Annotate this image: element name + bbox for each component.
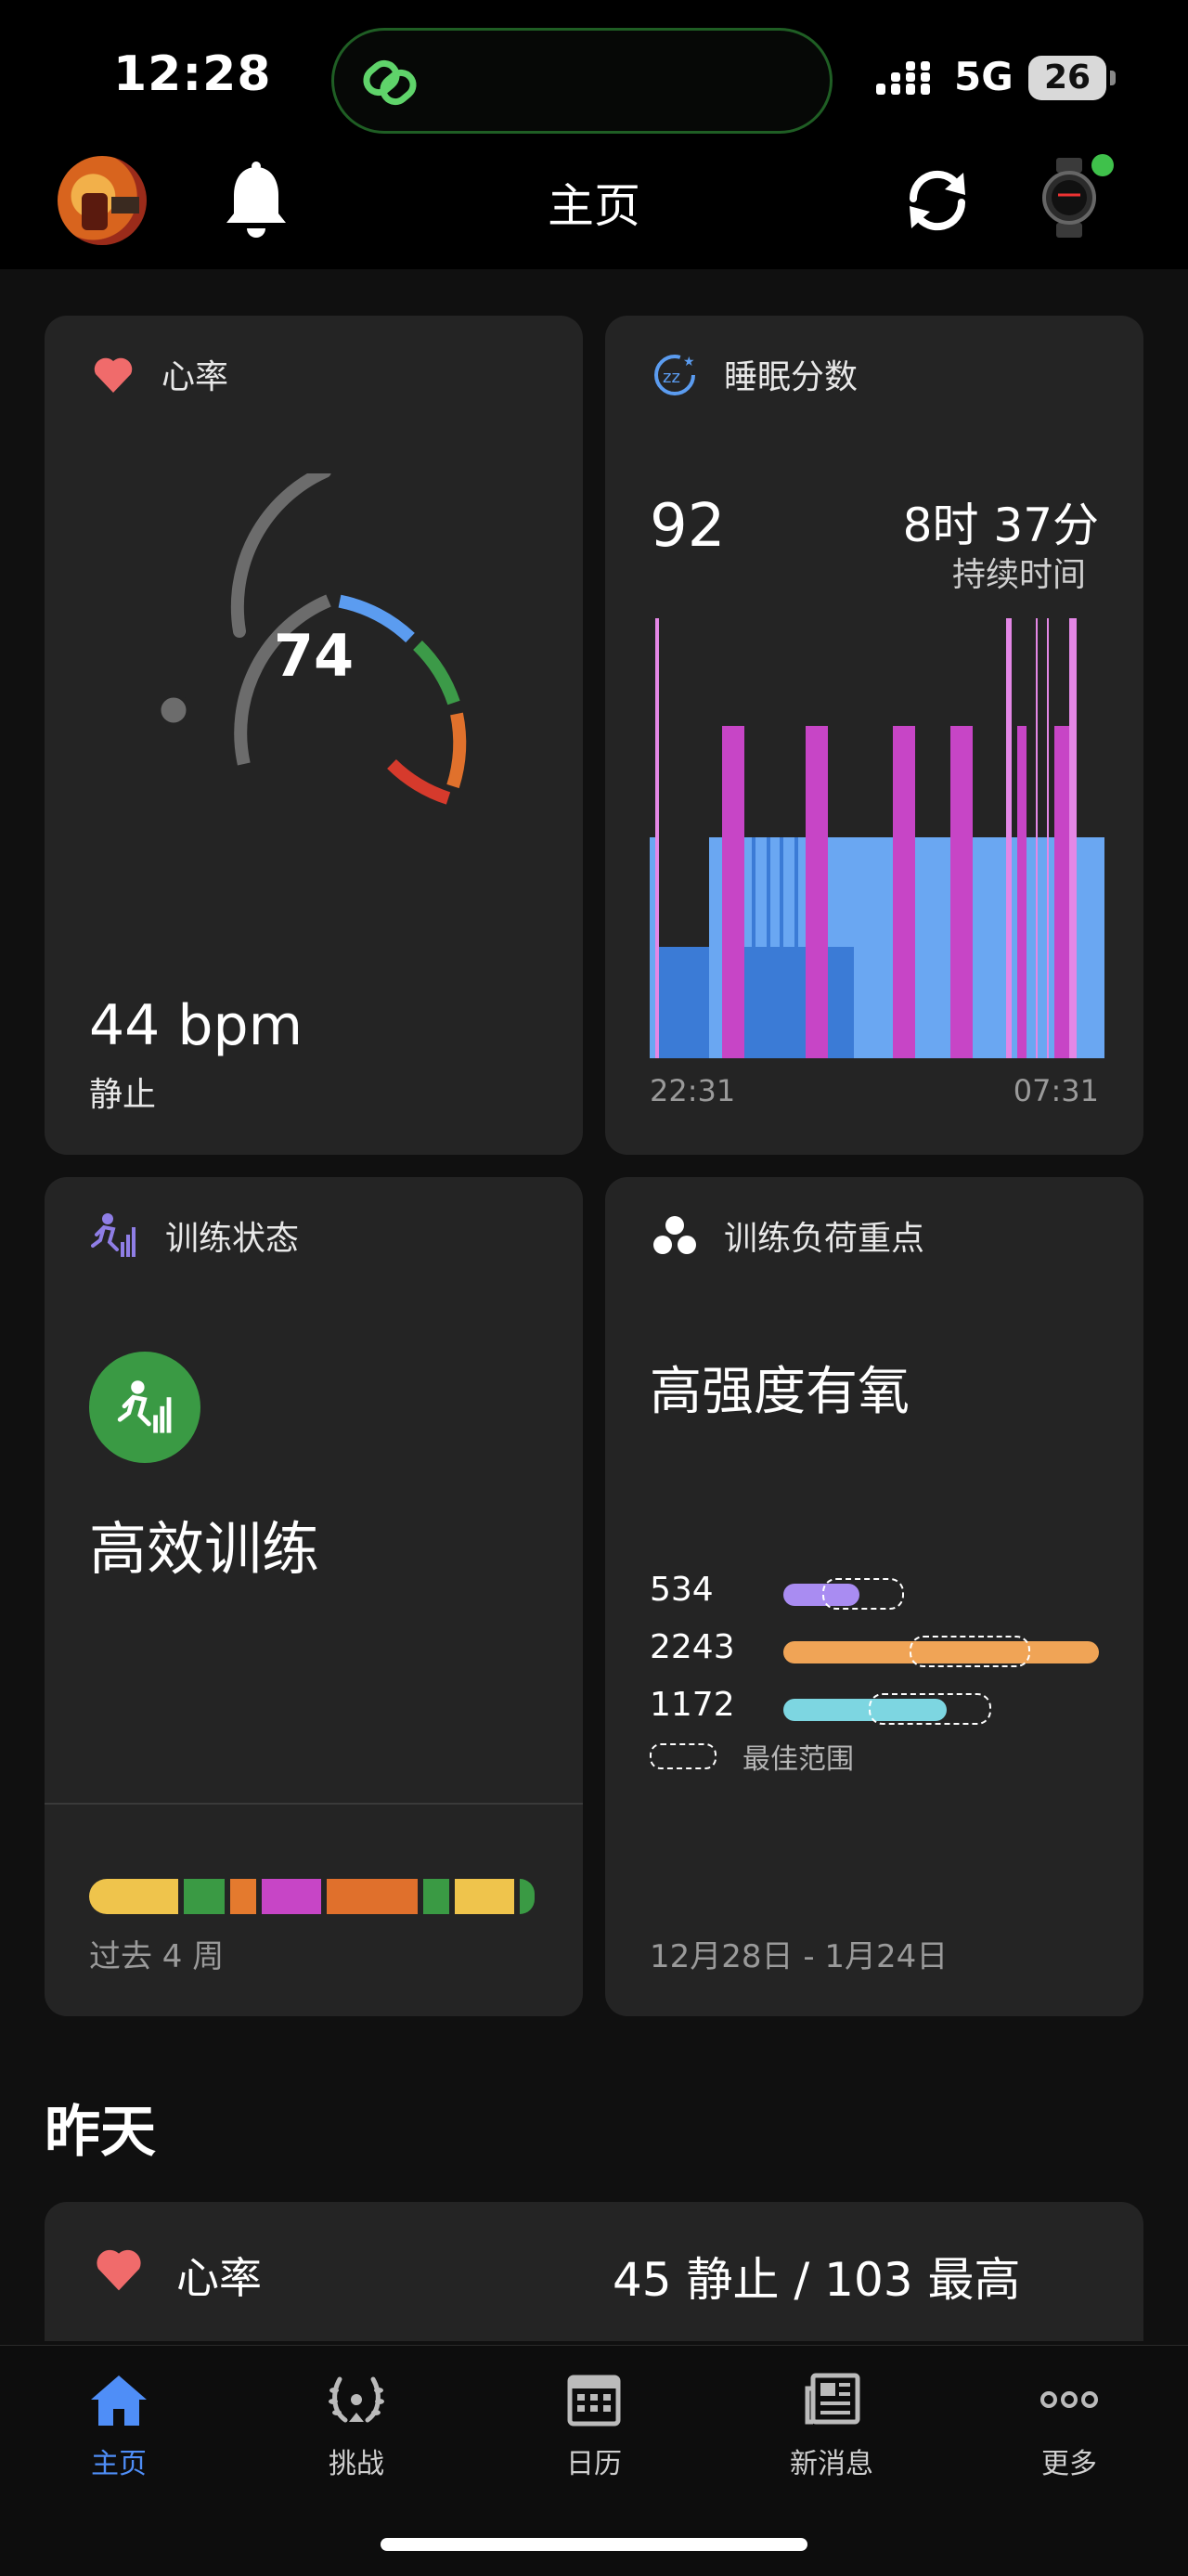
signal-icon: [876, 61, 930, 95]
history-segment: [327, 1879, 418, 1914]
resting-label: 静止: [89, 1076, 157, 1114]
device-connected-dot: [1091, 154, 1114, 176]
tab-label: 新消息: [790, 2448, 873, 2480]
card-title: 心率: [161, 358, 229, 396]
resting-heart-rate: 44 bpm: [89, 993, 303, 1058]
training-load-date-range: 12月28日 - 1月24日: [650, 1938, 949, 1975]
history-segment: [455, 1879, 514, 1914]
battery-tip: [1110, 71, 1116, 85]
sleep-stage-chart: [650, 618, 1104, 1058]
tab-label: 日历: [566, 2448, 622, 2480]
svg-text:★: ★: [683, 355, 695, 369]
sleep-start-time: 22:31: [650, 1073, 736, 1108]
load-row-low-aerobic: 1172: [650, 1686, 1099, 1732]
svg-text:zz: zz: [663, 368, 680, 387]
section-heading-yesterday: 昨天: [45, 2100, 156, 2165]
load-value: 534: [650, 1571, 714, 1609]
history-segment: [520, 1879, 535, 1914]
tab-newsfeed[interactable]: 新消息: [757, 2372, 906, 2481]
yesterday-heart-rate-row[interactable]: 心率 45 静止 / 103 最高: [45, 2202, 1143, 2341]
heart-rate-summary: 45 静止 / 103 最高: [613, 2253, 1021, 2307]
app-header: 主页: [0, 149, 1188, 269]
legend-optimal-swatch: [650, 1743, 717, 1769]
battery-level: 26: [1028, 56, 1106, 100]
page-title: 主页: [548, 179, 640, 233]
runner-icon: [91, 1213, 136, 1257]
tab-label: 主页: [91, 2448, 147, 2480]
sleep-duration-label: 持续时间: [951, 556, 1086, 594]
heart-rate-current: 74: [273, 622, 355, 690]
sleep-end-time: 07:31: [1013, 1073, 1099, 1108]
tab-challenges[interactable]: 挑战: [282, 2372, 431, 2481]
card-title: 训练状态: [165, 1220, 300, 1258]
history-segment: [184, 1879, 225, 1914]
runner-icon: [117, 1380, 172, 1433]
home-indicator[interactable]: [381, 2538, 807, 2551]
load-row-anaerobic: 534: [650, 1571, 1099, 1617]
dynamic-island[interactable]: [331, 28, 833, 134]
status-time: 12:28: [113, 46, 272, 102]
sleep-score: 92: [650, 492, 726, 561]
card-title: 睡眠分数: [724, 358, 859, 396]
tab-label: 挑战: [329, 2448, 384, 2480]
optimal-range-marker: [822, 1578, 904, 1610]
more-icon: [1040, 2391, 1098, 2408]
history-segment: [423, 1879, 449, 1914]
link-icon: [363, 59, 417, 106]
heart-rate-card[interactable]: 心率 74 44 bpm 静止: [45, 316, 583, 1155]
network-type: 5G: [954, 54, 1014, 99]
status-bar: 12:28 5G 26: [0, 0, 1188, 149]
tab-label: 更多: [1041, 2448, 1097, 2480]
card-title: 训练负荷重点: [724, 1220, 925, 1258]
home-icon: [91, 2375, 147, 2426]
training-status-badge: [89, 1352, 200, 1463]
sleep-icon: zz ★: [654, 355, 695, 395]
history-segment: [230, 1879, 256, 1914]
load-value: 1172: [650, 1686, 735, 1724]
calendar-icon: [567, 2375, 621, 2427]
history-segment: [262, 1879, 321, 1914]
training-load-focus-card[interactable]: 训练负荷重点 高强度有氧 534 2243 1172 最佳范围 12月28日 -…: [605, 1177, 1143, 2016]
training-load-focus-value: 高强度有氧: [650, 1362, 910, 1422]
training-status-value: 高效训练: [89, 1515, 320, 1583]
tab-calendar[interactable]: 日历: [520, 2372, 668, 2481]
load-row-high-aerobic: 2243: [650, 1628, 1099, 1675]
laurel-icon: [329, 2376, 384, 2423]
training-status-period: 过去 4 周: [89, 1938, 225, 1975]
load-focus-icon: [653, 1216, 696, 1254]
watch-device-icon[interactable]: [1040, 158, 1099, 238]
optimal-range-marker: [910, 1636, 1030, 1667]
legend-optimal-label: 最佳范围: [742, 1743, 854, 1776]
sync-icon[interactable]: [900, 163, 975, 238]
sleep-score-card[interactable]: zz ★ 睡眠分数 92 8时 37分 持续时间 22:31 07:31: [605, 316, 1143, 1155]
heart-icon: [94, 357, 133, 393]
load-value: 2243: [650, 1628, 735, 1666]
news-icon: [805, 2373, 860, 2425]
training-status-card[interactable]: 训练状态 高效训练 过去 4 周: [45, 1177, 583, 2016]
heart-icon: [97, 2249, 141, 2291]
row-label: 心率: [176, 2253, 262, 2303]
tab-more[interactable]: 更多: [995, 2372, 1143, 2481]
card-divider: [45, 1803, 583, 1805]
history-segment: [89, 1879, 178, 1914]
tab-home[interactable]: 主页: [45, 2372, 193, 2481]
sleep-duration: 8时 37分: [902, 498, 1099, 552]
optimal-range-marker: [869, 1693, 991, 1725]
training-status-history-bar: [89, 1879, 538, 1914]
